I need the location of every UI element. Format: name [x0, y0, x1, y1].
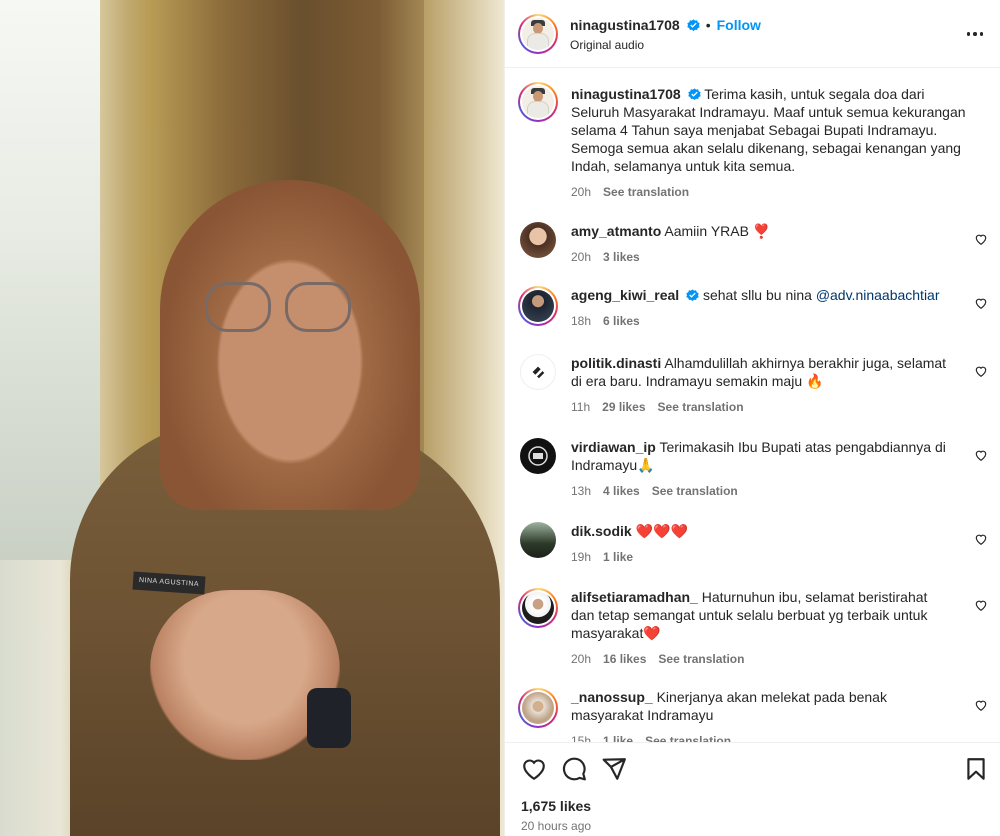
caption-username[interactable]: ninagustina1708 — [571, 86, 681, 102]
comment-username[interactable]: alifsetiaramadhan_ — [571, 589, 698, 605]
like-heart-icon[interactable] — [974, 448, 988, 462]
more-options-icon[interactable] — [963, 24, 987, 44]
commenter-avatar[interactable] — [518, 286, 558, 326]
likes-count[interactable]: 1,675 likes — [521, 798, 591, 814]
glasses — [205, 282, 355, 334]
background-window — [0, 0, 110, 560]
author-line: ninagustina1708 • Follow — [570, 17, 761, 33]
commenter-avatar[interactable] — [520, 222, 556, 258]
share-send-icon[interactable] — [601, 756, 627, 782]
wrist-watch — [307, 688, 351, 748]
comment-likes[interactable]: 16 likes — [603, 650, 646, 668]
commenter-avatar[interactable] — [520, 354, 556, 390]
like-heart-icon[interactable] — [974, 232, 988, 246]
comment-mention-link[interactable]: @adv.ninaabachtiar — [816, 287, 940, 303]
comment-age: 19h — [571, 550, 592, 564]
comment-bubble-icon[interactable] — [561, 756, 587, 782]
comments-list[interactable]: ninagustina1708 Terima kasih, untuk sega… — [505, 68, 1000, 742]
like-heart-icon[interactable] — [974, 532, 988, 546]
author-avatar[interactable] — [518, 14, 558, 54]
comment-likes[interactable]: 6 likes — [603, 312, 640, 330]
see-translation-link[interactable]: See translation — [652, 482, 738, 500]
caption-age: 20h — [571, 185, 592, 199]
comment-likes[interactable]: 3 likes — [603, 248, 640, 266]
comment-text: Aamiin YRAB ❣️ — [664, 223, 771, 239]
comment-age: 20h — [571, 652, 592, 666]
caption-avatar[interactable] — [518, 82, 558, 122]
comment-username[interactable]: politik.dinasti — [571, 355, 661, 371]
comment-age: 20h — [571, 250, 592, 264]
like-heart-icon[interactable] — [974, 598, 988, 612]
comment-likes[interactable]: 4 likes — [603, 482, 640, 500]
save-bookmark-icon[interactable] — [963, 756, 989, 782]
comment-age: 11h — [571, 400, 591, 414]
author-username[interactable]: ninagustina1708 — [570, 17, 680, 33]
comment-age: 18h — [571, 314, 592, 328]
comment-likes[interactable]: 29 likes — [602, 398, 645, 416]
verified-badge-icon — [687, 18, 700, 31]
see-translation-link[interactable]: See translation — [658, 398, 744, 416]
comment-age: 13h — [571, 484, 592, 498]
comment-username[interactable]: ageng_kiwi_real — [571, 287, 679, 303]
see-translation-link[interactable]: See translation — [603, 183, 689, 201]
comment-text: ❤️❤️❤️ — [635, 523, 688, 539]
politik-logo-icon — [532, 366, 545, 379]
verified-badge-icon — [686, 289, 699, 302]
person-head — [160, 180, 420, 510]
like-heart-icon[interactable] — [974, 698, 988, 712]
virdiawan-logo-icon — [528, 446, 548, 466]
post-actions: 1,675 likes 20 hours ago — [505, 742, 1000, 836]
verified-badge-icon — [687, 88, 701, 101]
see-translation-link[interactable]: See translation — [658, 650, 744, 668]
commenter-avatar[interactable] — [520, 522, 556, 558]
comment-username[interactable]: virdiawan_ip — [571, 439, 656, 455]
audio-label[interactable]: Original audio — [570, 38, 644, 52]
comment-username[interactable]: _nanossup_ — [571, 689, 653, 705]
comment-age: 15h — [571, 734, 592, 742]
comment-likes[interactable]: 1 like — [603, 548, 633, 566]
post-header: ninagustina1708 • Follow Original audio — [505, 0, 1000, 68]
commenter-avatar[interactable] — [518, 688, 558, 728]
like-heart-icon[interactable] — [521, 756, 547, 782]
like-heart-icon[interactable] — [974, 364, 988, 378]
post-panel: ninagustina1708 • Follow Original audio … — [504, 0, 1000, 836]
post-time[interactable]: 20 hours ago — [521, 819, 591, 833]
comment-text: sehat sllu bu nina — [702, 287, 816, 303]
commenter-avatar[interactable] — [518, 588, 558, 628]
follow-button[interactable]: Follow — [717, 17, 761, 33]
comment-username[interactable]: dik.sodik — [571, 523, 632, 539]
comment-username[interactable]: amy_atmanto — [571, 223, 661, 239]
like-heart-icon[interactable] — [974, 296, 988, 310]
dot-separator: • — [705, 17, 711, 33]
see-translation-link[interactable]: See translation — [645, 732, 731, 742]
comment-likes[interactable]: 1 like — [603, 732, 633, 742]
post-video[interactable]: NINA AGUSTINA — [0, 0, 504, 836]
commenter-avatar[interactable] — [520, 438, 556, 474]
